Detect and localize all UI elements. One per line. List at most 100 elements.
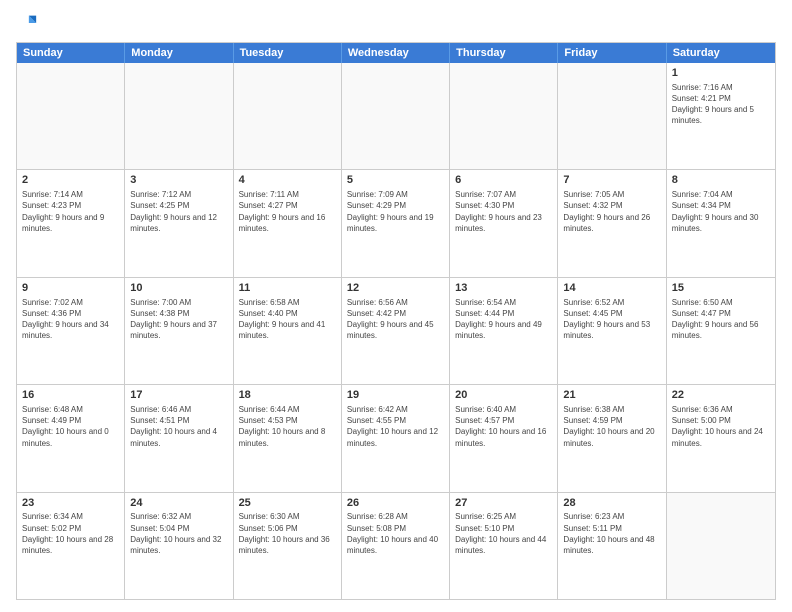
calendar-row-2: 2Sunrise: 7:14 AM Sunset: 4:23 PM Daylig…: [17, 169, 775, 276]
day-info: Sunrise: 6:30 AM Sunset: 5:06 PM Dayligh…: [239, 511, 336, 556]
day-number: 3: [130, 173, 227, 188]
calendar-cell: [17, 63, 125, 169]
day-info: Sunrise: 6:23 AM Sunset: 5:11 PM Dayligh…: [563, 511, 660, 556]
calendar-row-3: 9Sunrise: 7:02 AM Sunset: 4:36 PM Daylig…: [17, 277, 775, 384]
day-number: 2: [22, 173, 119, 188]
day-info: Sunrise: 6:44 AM Sunset: 4:53 PM Dayligh…: [239, 404, 336, 449]
day-number: 5: [347, 173, 444, 188]
weekday-header-saturday: Saturday: [667, 43, 775, 63]
day-info: Sunrise: 6:52 AM Sunset: 4:45 PM Dayligh…: [563, 297, 660, 342]
day-info: Sunrise: 6:38 AM Sunset: 4:59 PM Dayligh…: [563, 404, 660, 449]
calendar-cell: 20Sunrise: 6:40 AM Sunset: 4:57 PM Dayli…: [450, 385, 558, 491]
day-number: 18: [239, 388, 336, 403]
calendar-cell: 27Sunrise: 6:25 AM Sunset: 5:10 PM Dayli…: [450, 493, 558, 599]
calendar-cell: 8Sunrise: 7:04 AM Sunset: 4:34 PM Daylig…: [667, 170, 775, 276]
day-info: Sunrise: 7:00 AM Sunset: 4:38 PM Dayligh…: [130, 297, 227, 342]
day-number: 17: [130, 388, 227, 403]
weekday-header-monday: Monday: [125, 43, 233, 63]
calendar-cell: 14Sunrise: 6:52 AM Sunset: 4:45 PM Dayli…: [558, 278, 666, 384]
day-number: 7: [563, 173, 660, 188]
day-info: Sunrise: 6:25 AM Sunset: 5:10 PM Dayligh…: [455, 511, 552, 556]
day-info: Sunrise: 7:09 AM Sunset: 4:29 PM Dayligh…: [347, 189, 444, 234]
calendar-cell: [125, 63, 233, 169]
weekday-header-wednesday: Wednesday: [342, 43, 450, 63]
calendar-cell: 13Sunrise: 6:54 AM Sunset: 4:44 PM Dayli…: [450, 278, 558, 384]
weekday-header-sunday: Sunday: [17, 43, 125, 63]
calendar-cell: 23Sunrise: 6:34 AM Sunset: 5:02 PM Dayli…: [17, 493, 125, 599]
calendar-cell: 12Sunrise: 6:56 AM Sunset: 4:42 PM Dayli…: [342, 278, 450, 384]
weekday-header-tuesday: Tuesday: [234, 43, 342, 63]
weekday-header-thursday: Thursday: [450, 43, 558, 63]
calendar-row-1: 1Sunrise: 7:16 AM Sunset: 4:21 PM Daylig…: [17, 63, 775, 169]
day-info: Sunrise: 7:05 AM Sunset: 4:32 PM Dayligh…: [563, 189, 660, 234]
calendar-cell: 15Sunrise: 6:50 AM Sunset: 4:47 PM Dayli…: [667, 278, 775, 384]
logo: [16, 12, 42, 34]
day-number: 26: [347, 496, 444, 511]
day-info: Sunrise: 7:02 AM Sunset: 4:36 PM Dayligh…: [22, 297, 119, 342]
day-info: Sunrise: 6:40 AM Sunset: 4:57 PM Dayligh…: [455, 404, 552, 449]
calendar-cell: 25Sunrise: 6:30 AM Sunset: 5:06 PM Dayli…: [234, 493, 342, 599]
calendar-cell: 24Sunrise: 6:32 AM Sunset: 5:04 PM Dayli…: [125, 493, 233, 599]
calendar-cell: 19Sunrise: 6:42 AM Sunset: 4:55 PM Dayli…: [342, 385, 450, 491]
day-info: Sunrise: 6:54 AM Sunset: 4:44 PM Dayligh…: [455, 297, 552, 342]
weekday-header-friday: Friday: [558, 43, 666, 63]
calendar-cell: 28Sunrise: 6:23 AM Sunset: 5:11 PM Dayli…: [558, 493, 666, 599]
day-info: Sunrise: 6:36 AM Sunset: 5:00 PM Dayligh…: [672, 404, 770, 449]
day-number: 25: [239, 496, 336, 511]
day-number: 19: [347, 388, 444, 403]
calendar-cell: 3Sunrise: 7:12 AM Sunset: 4:25 PM Daylig…: [125, 170, 233, 276]
day-number: 4: [239, 173, 336, 188]
calendar-cell: [450, 63, 558, 169]
calendar-cell: 5Sunrise: 7:09 AM Sunset: 4:29 PM Daylig…: [342, 170, 450, 276]
calendar-cell: 9Sunrise: 7:02 AM Sunset: 4:36 PM Daylig…: [17, 278, 125, 384]
calendar-cell: [234, 63, 342, 169]
day-number: 22: [672, 388, 770, 403]
day-info: Sunrise: 6:46 AM Sunset: 4:51 PM Dayligh…: [130, 404, 227, 449]
calendar-header: SundayMondayTuesdayWednesdayThursdayFrid…: [17, 43, 775, 63]
day-info: Sunrise: 7:16 AM Sunset: 4:21 PM Dayligh…: [672, 82, 770, 127]
calendar-cell: 6Sunrise: 7:07 AM Sunset: 4:30 PM Daylig…: [450, 170, 558, 276]
day-info: Sunrise: 7:14 AM Sunset: 4:23 PM Dayligh…: [22, 189, 119, 234]
calendar-cell: 2Sunrise: 7:14 AM Sunset: 4:23 PM Daylig…: [17, 170, 125, 276]
day-info: Sunrise: 6:32 AM Sunset: 5:04 PM Dayligh…: [130, 511, 227, 556]
header: [16, 12, 776, 34]
day-number: 9: [22, 281, 119, 296]
calendar-cell: 4Sunrise: 7:11 AM Sunset: 4:27 PM Daylig…: [234, 170, 342, 276]
day-info: Sunrise: 7:11 AM Sunset: 4:27 PM Dayligh…: [239, 189, 336, 234]
calendar-cell: 26Sunrise: 6:28 AM Sunset: 5:08 PM Dayli…: [342, 493, 450, 599]
day-info: Sunrise: 7:12 AM Sunset: 4:25 PM Dayligh…: [130, 189, 227, 234]
day-number: 16: [22, 388, 119, 403]
calendar-cell: 16Sunrise: 6:48 AM Sunset: 4:49 PM Dayli…: [17, 385, 125, 491]
day-number: 15: [672, 281, 770, 296]
day-info: Sunrise: 6:48 AM Sunset: 4:49 PM Dayligh…: [22, 404, 119, 449]
day-number: 23: [22, 496, 119, 511]
day-info: Sunrise: 6:58 AM Sunset: 4:40 PM Dayligh…: [239, 297, 336, 342]
calendar-row-4: 16Sunrise: 6:48 AM Sunset: 4:49 PM Dayli…: [17, 384, 775, 491]
day-info: Sunrise: 6:34 AM Sunset: 5:02 PM Dayligh…: [22, 511, 119, 556]
day-info: Sunrise: 6:56 AM Sunset: 4:42 PM Dayligh…: [347, 297, 444, 342]
calendar-cell: 22Sunrise: 6:36 AM Sunset: 5:00 PM Dayli…: [667, 385, 775, 491]
day-info: Sunrise: 7:07 AM Sunset: 4:30 PM Dayligh…: [455, 189, 552, 234]
calendar-cell: 1Sunrise: 7:16 AM Sunset: 4:21 PM Daylig…: [667, 63, 775, 169]
calendar-cell: 7Sunrise: 7:05 AM Sunset: 4:32 PM Daylig…: [558, 170, 666, 276]
calendar: SundayMondayTuesdayWednesdayThursdayFrid…: [16, 42, 776, 600]
calendar-cell: 10Sunrise: 7:00 AM Sunset: 4:38 PM Dayli…: [125, 278, 233, 384]
day-number: 13: [455, 281, 552, 296]
calendar-body: 1Sunrise: 7:16 AM Sunset: 4:21 PM Daylig…: [17, 63, 775, 599]
day-number: 28: [563, 496, 660, 511]
day-number: 6: [455, 173, 552, 188]
page: SundayMondayTuesdayWednesdayThursdayFrid…: [0, 0, 792, 612]
day-number: 1: [672, 66, 770, 81]
day-number: 8: [672, 173, 770, 188]
calendar-cell: 17Sunrise: 6:46 AM Sunset: 4:51 PM Dayli…: [125, 385, 233, 491]
day-number: 27: [455, 496, 552, 511]
day-number: 20: [455, 388, 552, 403]
day-number: 12: [347, 281, 444, 296]
calendar-cell: 11Sunrise: 6:58 AM Sunset: 4:40 PM Dayli…: [234, 278, 342, 384]
day-number: 24: [130, 496, 227, 511]
calendar-cell: [342, 63, 450, 169]
calendar-cell: [558, 63, 666, 169]
day-info: Sunrise: 6:42 AM Sunset: 4:55 PM Dayligh…: [347, 404, 444, 449]
day-info: Sunrise: 6:50 AM Sunset: 4:47 PM Dayligh…: [672, 297, 770, 342]
day-info: Sunrise: 6:28 AM Sunset: 5:08 PM Dayligh…: [347, 511, 444, 556]
